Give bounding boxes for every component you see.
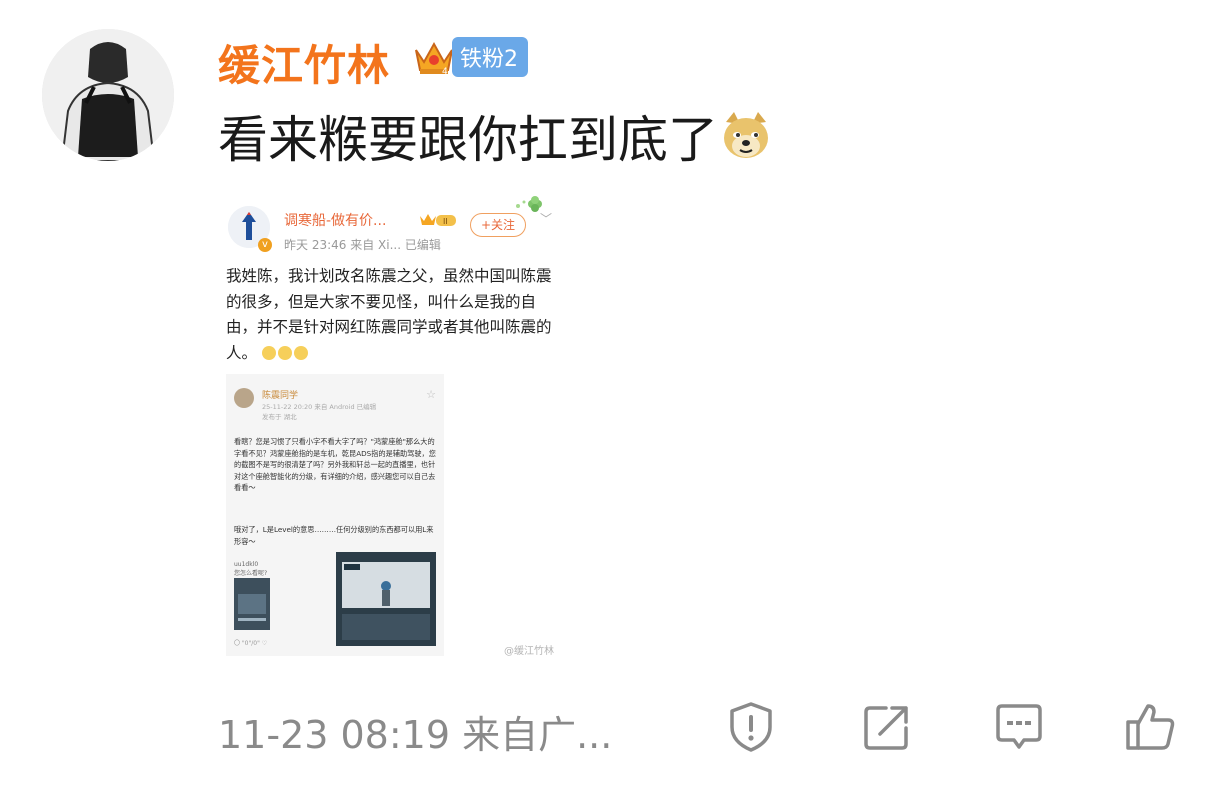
- thumbs-up-icon: [1126, 704, 1175, 750]
- comment-button[interactable]: [992, 700, 1046, 754]
- nested-avatar: [234, 388, 254, 408]
- shield-warning-icon: [730, 702, 772, 752]
- report-button[interactable]: [724, 700, 778, 754]
- clover-icon: [516, 196, 542, 212]
- nested-body: 看瞎？您是习惯了只看小字不看大字了吗？"鸿蒙座舱"那么大的字看不见？鸿蒙座舱指的…: [234, 437, 436, 492]
- crown-icon: 4: [415, 41, 453, 77]
- nested-thumbnail-small: [234, 578, 270, 630]
- watermark: @缓江竹林: [504, 646, 554, 657]
- avatar-image: [42, 29, 174, 161]
- doge-emoji-icon: [724, 112, 768, 158]
- share-icon: [864, 706, 908, 750]
- livestream-screen-icon: [336, 552, 436, 646]
- embedded-image[interactable]: v 调寒船-做有价... II +关注 ﹀ 昨天 23:46 来自 Xi... …: [214, 192, 574, 662]
- shy-emoji-icon: [293, 346, 308, 360]
- nested-reply: uu1dkl0 您怎么看呢?: [234, 561, 268, 577]
- shy-emoji-icon: [277, 346, 292, 360]
- post-time-source: 11-23 08:19 来自广...: [218, 713, 613, 757]
- shy-emoji-icon: [261, 346, 276, 360]
- nested-thumbnail-large: [336, 552, 436, 646]
- emoji-group: [261, 346, 308, 360]
- embedded-body: 我姓陈，我计划改名陈震之父，虽然中国叫陈震的很多，但是大家不要见怪，叫什么是我的…: [226, 264, 556, 366]
- verified-icon: v: [258, 238, 272, 252]
- embedded-meta: 昨天 23:46 来自 Xi... 已编辑: [284, 238, 441, 252]
- nested-screenshot: 陈震同学 25-11-22 20:20 来自 Android 已编辑 发布于 湖…: [226, 374, 444, 656]
- post-text-content: 看来糇要跟你扛到底了: [218, 111, 718, 169]
- nested-author: 陈震同学: [262, 391, 299, 401]
- nested-footer: 〇 "0"/0" ♡: [234, 640, 268, 647]
- like-button[interactable]: [1124, 700, 1178, 754]
- follow-button[interactable]: +关注: [470, 213, 527, 237]
- fan-badge[interactable]: 4 铁粉2: [412, 36, 528, 78]
- chevron-down-icon[interactable]: ﹀: [540, 210, 552, 227]
- post-text: 看来糇要跟你扛到底了: [218, 100, 772, 172]
- level-badge-text: II: [443, 217, 448, 226]
- embedded-author: 调寒船-做有价...: [284, 213, 387, 229]
- nested-body-2: 哦对了，L是Level的意思………任何分级别的东西都可以用L来形容～: [234, 525, 434, 546]
- comment-icon: [996, 704, 1042, 749]
- star-icon: ☆: [426, 388, 436, 401]
- share-button[interactable]: [860, 700, 914, 754]
- nested-meta-line1: 25-11-22 20:20 来自 Android 已编辑: [262, 403, 377, 411]
- level-badge-icon: II: [420, 214, 456, 226]
- car-screen-icon: [234, 578, 270, 630]
- avatar[interactable]: [42, 29, 174, 161]
- nested-meta: 25-11-22 20:20 来自 Android 已编辑 发布于 湖北: [262, 402, 376, 422]
- fan-badge-label: 铁粉2: [452, 37, 528, 77]
- svg-text:4: 4: [442, 67, 448, 77]
- username[interactable]: 缓江竹林: [218, 32, 390, 93]
- nested-meta-line2: 发布于 湖北: [262, 413, 297, 421]
